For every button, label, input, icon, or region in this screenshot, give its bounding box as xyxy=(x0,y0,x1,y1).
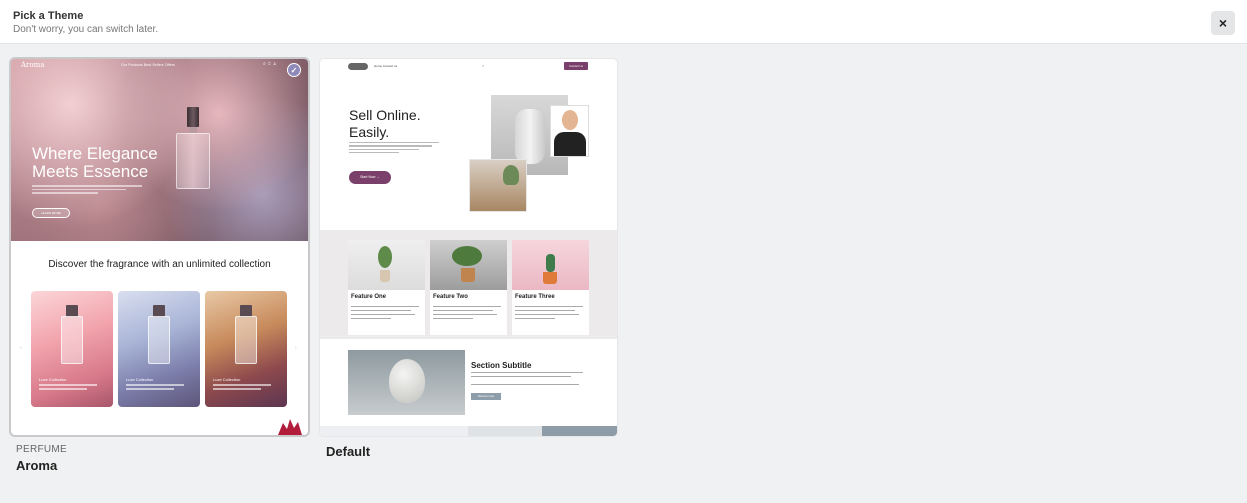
aroma-preview-product: Luxe Collection xyxy=(205,291,287,407)
aroma-preview-cta: LEARN MORE xyxy=(32,208,70,218)
aroma-preview-nav: Aroma Our Products Best Sellers Offers ⌕… xyxy=(11,59,308,73)
theme-category-label: PERFUME xyxy=(16,444,67,455)
product-tag: Luxe Collection xyxy=(126,377,154,382)
default-preview-section-subtitle: Section Subtitle xyxy=(471,361,532,370)
carousel-next-icon: › xyxy=(295,345,297,351)
feature-card: Feature Three xyxy=(512,240,589,335)
aroma-preview-logo: Aroma xyxy=(21,61,45,69)
plant-graphic xyxy=(503,165,519,185)
close-button[interactable]: × xyxy=(1211,11,1235,35)
dialog-header: Pick a Theme Don't worry, you can switch… xyxy=(0,0,1247,44)
default-preview-copy xyxy=(349,142,439,155)
speaker-graphic xyxy=(515,109,545,164)
aroma-preview-nav-icons: ⌕ ☆ ♙ xyxy=(263,61,277,67)
aroma-preview-product: Luxe Collection xyxy=(31,291,113,407)
default-preview-section-button: Discover more xyxy=(471,393,501,400)
search-icon: ⌕ xyxy=(482,63,485,68)
footer-accent xyxy=(542,426,617,436)
feature-title: Feature Three xyxy=(515,294,555,300)
feature-title: Feature Two xyxy=(433,294,468,300)
flower-decoration-icon xyxy=(278,419,302,435)
dialog-title: Pick a Theme xyxy=(13,10,84,22)
footer-segment xyxy=(468,426,542,436)
feature-card: Feature One xyxy=(348,240,425,335)
product-tag: Luxe Collection xyxy=(39,377,67,382)
aroma-preview-headline: Where Elegance Meets Essence xyxy=(32,144,158,181)
feature-card: Feature Two xyxy=(430,240,507,335)
theme-card-default[interactable]: Home Contact us ⌕ Contact Us Sell Online… xyxy=(320,59,617,436)
close-icon: × xyxy=(1218,15,1228,31)
default-preview-start-button: Start Now → xyxy=(349,171,391,184)
carousel-prev-icon: ‹ xyxy=(20,345,22,351)
dialog-subtitle: Don't worry, you can switch later. xyxy=(13,24,159,35)
aroma-preview-copy xyxy=(32,185,142,195)
theme-card-aroma[interactable]: Aroma Our Products Best Sellers Offers ⌕… xyxy=(9,57,310,437)
default-preview-nav: Home Contact us ⌕ Contact Us xyxy=(320,59,617,73)
selected-check-icon: ✓ xyxy=(287,63,301,77)
default-preview-headline: Sell Online. Easily. xyxy=(349,107,421,140)
theme-name-aroma[interactable]: Aroma xyxy=(16,458,57,473)
aroma-preview-product: Luxe Collection xyxy=(118,291,200,407)
section-speaker-graphic xyxy=(389,359,425,403)
aroma-preview-section-heading: Discover the fragrance with an unlimited… xyxy=(48,259,271,270)
default-preview-menu: Home Contact us xyxy=(374,64,398,68)
theme-name-default[interactable]: Default xyxy=(326,444,370,459)
portrait-face xyxy=(562,110,578,130)
aroma-preview-nav-links: Our Products Best Sellers Offers xyxy=(121,63,175,67)
feature-title: Feature One xyxy=(351,294,387,300)
default-preview-logo xyxy=(348,63,368,70)
portrait-shirt xyxy=(554,132,586,156)
default-preview-contact-button: Contact Us xyxy=(564,62,588,70)
product-tag: Luxe Collection xyxy=(213,377,241,382)
plant-image xyxy=(470,160,526,211)
